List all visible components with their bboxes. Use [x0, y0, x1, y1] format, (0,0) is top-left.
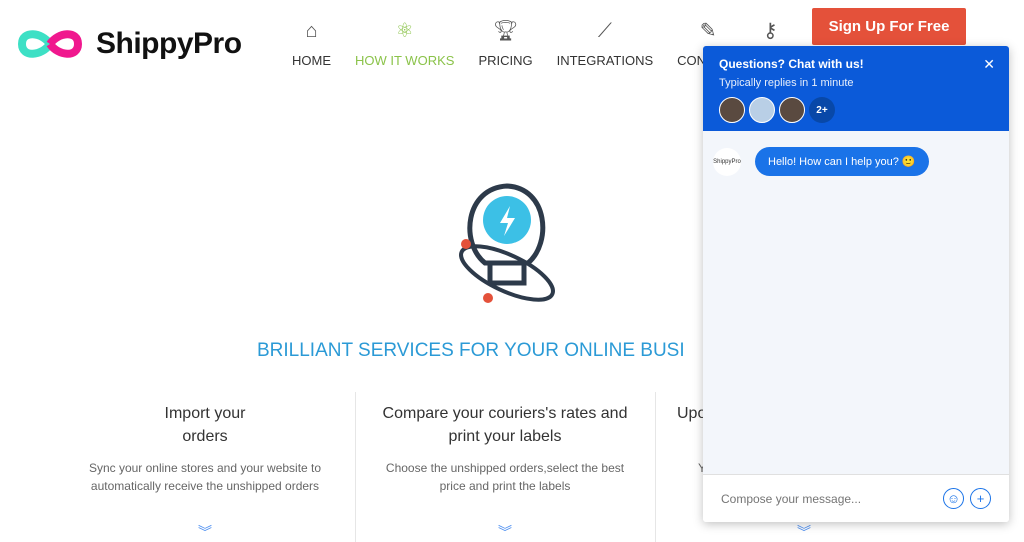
chevron-double-down-icon[interactable]: ︾ — [55, 522, 355, 542]
chevron-double-down-icon[interactable]: ︾ — [355, 522, 655, 542]
feature-desc: price and print the labels — [439, 479, 571, 493]
avatar — [719, 97, 745, 123]
feature-title: Import your — [164, 405, 246, 422]
signup-button[interactable]: Sign Up For Free — [812, 8, 966, 45]
compose-bar: ☺ + — [703, 474, 1009, 522]
feature-title: Upo — [677, 405, 707, 422]
feature-desc: automatically receive the unshipped orde… — [90, 479, 320, 493]
nav-label: PRICING — [478, 53, 533, 68]
feature-import: Import your orders Sync your online store… — [55, 402, 355, 540]
compose-input[interactable] — [721, 491, 937, 506]
bot-avatar: ShippyPro — [713, 147, 741, 176]
atom-icon: ⚛ — [395, 20, 414, 42]
feature-title: print your labels — [448, 428, 562, 445]
chat-title: Questions? Chat with us! — [719, 57, 864, 71]
close-icon[interactable]: ✕ — [983, 56, 995, 73]
chat-subtitle: Typically replies in 1 minute — [719, 77, 854, 89]
agent-avatars: 2+ — [719, 97, 993, 123]
feature-compare: Compare your couriers's rates and print y… — [355, 402, 655, 540]
avatar — [779, 97, 805, 123]
divider — [655, 392, 656, 542]
chart-line-icon: ⟋ — [597, 20, 612, 42]
chat-header: Questions? Chat with us! Typically repli… — [703, 46, 1009, 131]
key-icon: ⚷ — [763, 20, 778, 42]
nav-label: INTEGRATIONS — [556, 53, 654, 68]
nav-home[interactable]: ⌂ HOME — [280, 18, 343, 68]
feature-title: orders — [182, 428, 228, 445]
logo[interactable]: ShippyPro — [14, 24, 242, 64]
nav-integrations[interactable]: ⟋ INTEGRATIONS — [545, 18, 666, 68]
infinity-logo-icon — [17, 30, 83, 58]
nav-label: HOME — [292, 53, 331, 68]
feature-title: Compare your couriers's rates and — [382, 405, 628, 422]
feature-desc: Sync your online stores and your website… — [88, 461, 322, 475]
chat-message: ShippyPro Hello! How can I help you? 🙂 — [703, 131, 1009, 192]
avatar — [749, 97, 775, 123]
emoji-icon[interactable]: ☺ — [943, 488, 964, 509]
feature-desc: Choose the unshipped orders,select the b… — [385, 461, 625, 475]
nav-pricing[interactable]: 🏆︎ PRICING — [466, 18, 544, 68]
more-agents-badge: 2+ — [809, 97, 835, 123]
plus-icon[interactable]: + — [970, 488, 991, 509]
chevron-double-down-icon[interactable]: ︾ — [797, 522, 811, 542]
pencil-icon: ✎ — [699, 20, 717, 42]
nav-label: HOW IT WORKS — [355, 53, 455, 68]
trophy-icon: 🏆︎ — [492, 20, 519, 42]
nav-how-it-works[interactable]: ⚛ HOW IT WORKS — [343, 18, 466, 68]
message-bubble: Hello! How can I help you? 🙂 — [755, 147, 929, 176]
lightbulb-icon — [459, 183, 555, 303]
home-icon: ⌂ — [305, 20, 318, 42]
brand-name: ShippyPro — [96, 27, 242, 60]
chat-widget: Questions? Chat with us! Typically repli… — [703, 46, 1009, 522]
hero-title: BRILLIANT SERVICES FOR YOUR ONLINE BUSI — [257, 340, 685, 361]
